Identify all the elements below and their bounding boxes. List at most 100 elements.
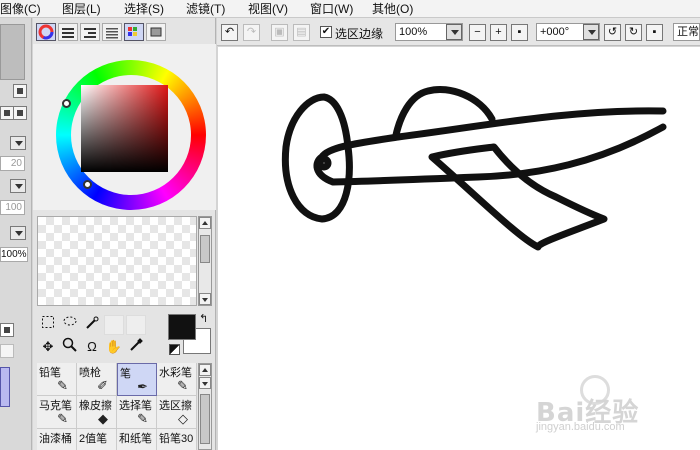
panel-button[interactable] (13, 106, 27, 120)
empty-tool-slot (126, 315, 146, 335)
color-wheel-icon (38, 24, 54, 40)
list-tab[interactable] (102, 23, 122, 41)
brush-pencil[interactable]: 铅笔 ✎ (37, 363, 77, 396)
value-field[interactable]: 100 (0, 200, 25, 215)
scroll-up-button[interactable] (199, 217, 211, 229)
color-wheel-tab[interactable] (36, 23, 56, 41)
navigator-panel: 20 100 100% (0, 18, 32, 450)
panel-button[interactable] (13, 84, 27, 98)
brush-scrollbar[interactable] (198, 363, 212, 450)
menu-select[interactable]: 选择(S) (124, 1, 164, 17)
scroll-down-button[interactable] (199, 377, 211, 389)
brush-select-pen[interactable]: 选择笔 ✎ (117, 396, 157, 429)
brush-pencil30[interactable]: 铅笔30 (157, 429, 197, 450)
rotate-right-button[interactable]: ↻ (625, 24, 642, 41)
dropdown-button[interactable] (10, 179, 26, 193)
magic-wand-icon[interactable] (82, 315, 102, 335)
scroll-up-button[interactable] (199, 364, 211, 376)
drawing-canvas[interactable]: Bai经验 jingyan.baidu.com (218, 47, 700, 450)
rotate-left-button[interactable]: ↺ (604, 24, 621, 41)
rotation-dropdown-button[interactable] (583, 24, 599, 40)
menu-layer[interactable]: 图层(L) (62, 1, 101, 17)
tool-panel: ✥ Ω ✋ ↰ 铅笔 ✎ 喷枪 ✐ 笔 ✒ 水彩笔 ✎ 马克笔 ✎ 橡皮擦 ◆ … (33, 18, 216, 450)
zoom-reset-button[interactable]: ▪ (511, 24, 528, 41)
value-field[interactable]: 20 (0, 156, 25, 171)
brush-pen[interactable]: 笔 ✒ (117, 363, 157, 396)
selection-edge-label: 选区边缘 (335, 27, 384, 41)
invert-selection-button[interactable]: ▤ (293, 24, 310, 41)
brush-watercolor[interactable]: 水彩笔 ✎ (157, 363, 197, 396)
blend-mode-select[interactable]: 正常 (673, 23, 700, 41)
color-marker[interactable] (83, 180, 92, 189)
scratchpad-icon (150, 27, 162, 37)
hsv-slider-tab[interactable] (80, 23, 100, 41)
brush-select-eraser[interactable]: 选区擦 ◇ (157, 396, 197, 429)
brush-airbrush[interactable]: 喷枪 ✐ (77, 363, 117, 396)
menu-view[interactable]: 视图(V) (248, 1, 288, 17)
pencil-icon: ✎ (57, 378, 68, 393)
rotate-icon[interactable]: Ω (82, 337, 102, 357)
eraser-icon: ◆ (98, 411, 108, 426)
foreground-color-swatch[interactable] (168, 314, 196, 340)
dropdown-button[interactable] (10, 226, 26, 240)
zoom-field[interactable]: 100% (0, 247, 28, 262)
slider-icon (84, 28, 96, 38)
redo-button[interactable]: ↷ (243, 24, 260, 41)
rgb-slider-tab[interactable] (58, 23, 78, 41)
empty-tool-slot (104, 315, 124, 335)
swatch-grid-icon (128, 27, 137, 36)
reset-colors-icon[interactable] (169, 344, 180, 355)
active-layer-tab[interactable] (0, 367, 10, 407)
brush-tool-grid: 铅笔 ✎ 喷枪 ✐ 笔 ✒ 水彩笔 ✎ 马克笔 ✎ 橡皮擦 ◆ 选择笔 ✎ 选区… (37, 363, 197, 450)
watermark-url: jingyan.baidu.com (536, 421, 625, 433)
brush-binary-pen[interactable]: 2值笔 (77, 429, 117, 450)
airbrush-icon: ✐ (97, 378, 108, 393)
select-eraser-icon: ◇ (178, 411, 188, 426)
brush-eraser[interactable]: 橡皮擦 ◆ (77, 396, 117, 429)
brush-marker[interactable]: 马克笔 ✎ (37, 396, 77, 429)
menu-image[interactable]: 图像(C) (0, 1, 41, 17)
layer-button[interactable] (0, 344, 14, 358)
selection-edge-checkbox[interactable]: ✔ (320, 26, 332, 38)
color-picker[interactable] (33, 44, 216, 210)
menu-bar: 图像(C) 图层(L) 选择(S) 滤镜(T) 视图(V) 窗口(W) 其他(O… (0, 0, 700, 18)
brush-paper-pen[interactable]: 和纸笔 (117, 429, 157, 450)
menu-other[interactable]: 其他(O) (372, 1, 413, 17)
rotate-reset-button[interactable]: ▪ (646, 24, 663, 41)
scroll-down-button[interactable] (199, 293, 211, 305)
scratchpad-tab[interactable] (146, 23, 166, 41)
zoom-out-button[interactable]: − (469, 24, 486, 41)
move-icon[interactable]: ✥ (38, 337, 58, 357)
mixer-scrollbar[interactable] (198, 216, 212, 306)
dropdown-button[interactable] (10, 136, 26, 150)
select-pen-icon: ✎ (137, 411, 148, 426)
layer-toggle-button[interactable] (0, 323, 14, 337)
panel-button[interactable] (0, 106, 14, 120)
zoom-dropdown-button[interactable] (446, 24, 462, 40)
rect-select-icon[interactable] (38, 315, 58, 335)
pen-icon: ✒ (137, 379, 148, 394)
eyedropper-icon[interactable] (126, 337, 146, 357)
swap-colors-icon[interactable]: ↰ (199, 312, 208, 325)
watercolor-icon: ✎ (177, 378, 188, 393)
zoom-icon[interactable] (60, 337, 80, 357)
deselect-button[interactable]: ▣ (271, 24, 288, 41)
hue-marker[interactable] (62, 99, 71, 108)
list-icon (106, 28, 118, 39)
swatch-tab[interactable] (124, 23, 144, 41)
undo-button[interactable]: ↶ (221, 24, 238, 41)
color-mixer-area[interactable] (37, 216, 197, 306)
scroll-thumb[interactable] (200, 235, 210, 263)
slider-icon (62, 28, 74, 38)
saturation-value-square[interactable] (81, 85, 168, 172)
menu-window[interactable]: 窗口(W) (310, 1, 353, 17)
hand-icon[interactable]: ✋ (104, 337, 124, 357)
canvas-toolbar: ↶ ↷ ▣ ▤ ✔ 选区边缘 100% − + ▪ +000° ↺ ↻ ▪ 正常 (217, 18, 700, 46)
scroll-thumb[interactable] (200, 394, 210, 444)
brush-bucket[interactable]: 油漆桶 (37, 429, 77, 450)
menu-filter[interactable]: 滤镜(T) (186, 1, 225, 17)
navigator-preview (0, 24, 25, 80)
zoom-in-button[interactable]: + (490, 24, 507, 41)
lasso-icon[interactable] (60, 315, 80, 335)
airplane-sketch (281, 86, 667, 251)
